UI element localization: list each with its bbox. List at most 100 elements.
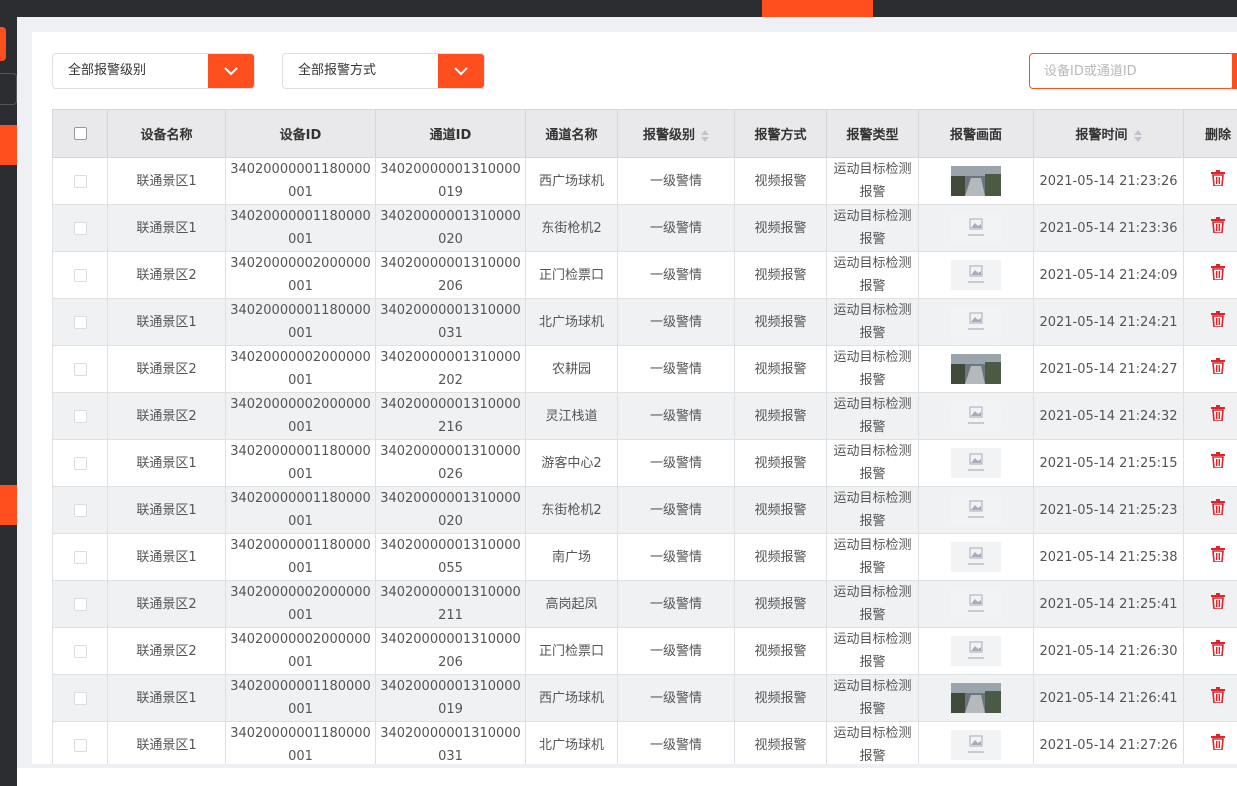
cell-device-name: 联通景区1 [107,721,226,764]
sidebar-item-highlight[interactable] [0,485,17,525]
alarm-snapshot-thumbnail[interactable] [951,354,1001,384]
chevron-down-icon[interactable] [438,54,484,88]
col-header-alarm-time-label: 报警时间 [1075,128,1128,143]
row-checkbox[interactable] [73,456,87,470]
trash-icon[interactable] [1208,638,1228,658]
cell-alarm-mode: 视频报警 [734,580,827,628]
cell-channel-name: 正门检票口 [525,627,618,675]
alarm-snapshot-thumbnail[interactable] [951,166,1001,196]
cell-device-name: 联通景区2 [107,580,226,628]
col-header-alarm-level[interactable]: 报警级别 [617,109,735,158]
table-row[interactable]: 联通景区1 34020000001180000001 340200000013100… [52,674,1237,722]
table-row[interactable]: 联通景区2 34020000002000000001 340200000013100… [52,251,1237,299]
image-placeholder-icon[interactable] [951,401,1001,431]
cell-delete [1183,674,1237,722]
active-nav-tab[interactable] [762,0,873,17]
row-checkbox[interactable] [73,644,87,658]
trash-icon[interactable] [1208,685,1228,705]
trash-icon[interactable] [1208,309,1228,329]
row-checkbox[interactable] [73,550,87,564]
cell-device-id: 34020000002000000001 [225,580,376,628]
row-select-cell [52,345,108,393]
row-checkbox[interactable] [73,268,87,282]
table-row[interactable]: 联通景区1 34020000001180000001 340200000013100… [52,157,1237,205]
trash-icon[interactable] [1208,591,1228,611]
image-placeholder-icon[interactable] [951,495,1001,525]
cell-alarm-image [918,251,1034,299]
row-checkbox[interactable] [73,597,87,611]
cell-device-id: 34020000001180000001 [225,674,376,722]
table-row[interactable]: 联通景区2 34020000002000000001 340200000013100… [52,580,1237,628]
table-row[interactable]: 联通景区1 34020000001180000001 340200000013100… [52,533,1237,581]
row-checkbox[interactable] [73,174,87,188]
cell-alarm-mode: 视频报警 [734,157,827,205]
cell-alarm-type: 运动目标检测报警 [826,298,919,346]
row-checkbox[interactable] [73,738,87,752]
col-header-alarm-time[interactable]: 报警时间 [1033,109,1184,158]
sidebar-item-active[interactable] [0,27,6,61]
row-checkbox[interactable] [73,315,87,329]
cell-alarm-mode: 视频报警 [734,392,827,440]
image-placeholder-icon[interactable] [951,448,1001,478]
row-checkbox[interactable] [73,409,87,423]
row-checkbox[interactable] [73,362,87,376]
cell-alarm-level: 一级警情 [617,157,735,205]
sidebar-item[interactable] [0,73,17,105]
sort-icon[interactable] [1133,129,1142,142]
row-checkbox[interactable] [73,503,87,517]
sort-icon[interactable] [701,129,709,142]
trash-icon[interactable] [1208,403,1228,423]
table-row[interactable]: 联通景区2 34020000002000000001 340200000013100… [52,627,1237,675]
cell-delete [1183,157,1237,205]
cell-channel-name: 北广场球机 [525,298,618,346]
image-placeholder-icon[interactable] [951,730,1001,760]
cell-alarm-image [918,533,1034,581]
trash-icon[interactable] [1208,450,1228,470]
image-placeholder-icon[interactable] [951,307,1001,337]
cell-alarm-type: 运动目标检测报警 [826,533,919,581]
trash-icon[interactable] [1208,356,1228,376]
row-select-cell [52,157,108,205]
cell-device-name: 联通景区1 [107,533,226,581]
cell-alarm-level: 一级警情 [617,533,735,581]
image-placeholder-icon[interactable] [951,213,1001,243]
table-row[interactable]: 联通景区1 34020000001180000001 340200000013100… [52,439,1237,487]
chevron-down-icon[interactable] [208,54,254,88]
cell-alarm-image [918,345,1034,393]
cell-alarm-image [918,298,1034,346]
search-input[interactable] [1029,53,1234,89]
image-placeholder-icon[interactable] [951,542,1001,572]
bottom-strip [17,768,1237,786]
row-select-cell [52,721,108,764]
trash-icon[interactable] [1208,168,1228,188]
trash-icon[interactable] [1208,497,1228,517]
row-checkbox[interactable] [73,691,87,705]
trash-icon[interactable] [1208,732,1228,752]
cell-device-name: 联通景区2 [107,627,226,675]
table-row[interactable]: 联通景区2 34020000002000000001 340200000013100… [52,392,1237,440]
select-all-checkbox[interactable] [73,127,87,140]
alarm-level-select[interactable]: 全部报警级别 [52,53,255,89]
trash-icon[interactable] [1208,215,1228,235]
cell-delete [1183,721,1237,764]
sidebar-item-highlight[interactable] [0,125,17,165]
row-checkbox[interactable] [73,221,87,235]
cell-delete [1183,204,1237,252]
table-row[interactable]: 联通景区1 34020000001180000001 340200000013100… [52,204,1237,252]
cell-alarm-level: 一级警情 [617,345,735,393]
table-row[interactable]: 联通景区1 34020000001180000001 340200000013100… [52,721,1237,764]
trash-icon[interactable] [1208,262,1228,282]
image-placeholder-icon[interactable] [951,260,1001,290]
row-select-cell [52,486,108,534]
table-row[interactable]: 联通景区1 34020000001180000001 340200000013100… [52,298,1237,346]
alarm-mode-select[interactable]: 全部报警方式 [282,53,485,89]
alarm-table: 设备名称 设备ID 通道ID 通道名称 报警级别 报警方式 报警类型 报警画面 … [52,109,1237,764]
image-placeholder-icon[interactable] [951,636,1001,666]
image-placeholder-icon[interactable] [951,589,1001,619]
top-bar [0,0,1237,17]
table-row[interactable]: 联通景区2 34020000002000000001 340200000013100… [52,345,1237,393]
alarm-snapshot-thumbnail[interactable] [951,683,1001,713]
search-button[interactable] [1232,53,1237,89]
table-row[interactable]: 联通景区1 34020000001180000001 340200000013100… [52,486,1237,534]
trash-icon[interactable] [1208,544,1228,564]
